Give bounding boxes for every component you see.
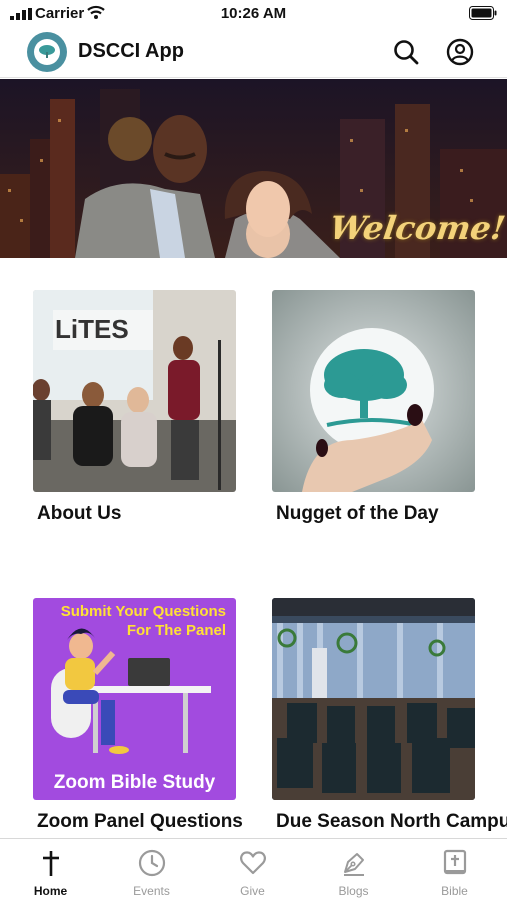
nugget-image [272,290,475,492]
tab-bible[interactable]: Bible [404,839,505,900]
pen-icon [344,853,364,876]
nugget-of-the-day-label: Nugget of the Day [276,503,439,524]
clock-time: 10:26 AM [220,5,287,22]
zoom-caption-line-1: Submit Your Questions [60,603,226,620]
status-bar: Carrier 10:26 AM [0,0,507,28]
tab-home-label: Home [33,884,68,898]
zoom-panel-label: Zoom Panel Questions [37,811,243,832]
svg-text:LiTES: LiTES [55,314,129,344]
welcome-text: Welcome! [327,209,507,247]
search-icon[interactable] [392,38,420,66]
about-us-image: LiTES [33,290,236,492]
about-us-tile[interactable]: LiTES About Us [33,290,236,525]
bible-icon [443,849,467,875]
battery-icon [469,6,497,20]
welcome-banner[interactable]: Welcome! [0,79,507,258]
clock-icon [138,849,166,877]
tab-bar: Home Events Give Blogs Bible [0,838,507,900]
zoom-bible-study-caption: Zoom Bible Study [53,772,216,793]
app-header: DSCCI App [0,28,507,78]
zoom-panel-tile[interactable]: Submit Your Questions For The Panel Zoom… [33,598,243,833]
account-icon[interactable] [446,38,474,66]
tab-blogs[interactable]: Blogs [303,839,404,900]
zoom-caption-top: Submit Your Questions For The Panel [33,602,236,640]
due-season-tile[interactable]: Due Season North Campus [272,598,507,833]
tab-give[interactable]: Give [202,839,303,900]
tab-bible-label: Bible [441,884,468,898]
tab-give-label: Give [240,884,265,898]
due-season-image [272,598,475,800]
tab-home[interactable]: Home [0,839,101,900]
logo-tree-icon [34,39,60,65]
zoom-bible-study-image: Submit Your Questions For The Panel Zoom… [33,598,236,800]
zoom-caption-line-2: For The Panel [126,622,226,639]
tab-events-label: Events [133,884,170,898]
heart-icon [240,851,266,875]
tab-blogs-label: Blogs [338,884,369,898]
tab-events[interactable]: Events [101,839,202,900]
app-title: DSCCI App [78,40,184,62]
app-logo [27,32,67,72]
nugget-of-the-day-tile[interactable]: Nugget of the Day [272,290,475,525]
due-season-label: Due Season North Campus [276,811,507,832]
cross-icon [43,851,59,876]
about-us-label: About Us [37,503,122,524]
